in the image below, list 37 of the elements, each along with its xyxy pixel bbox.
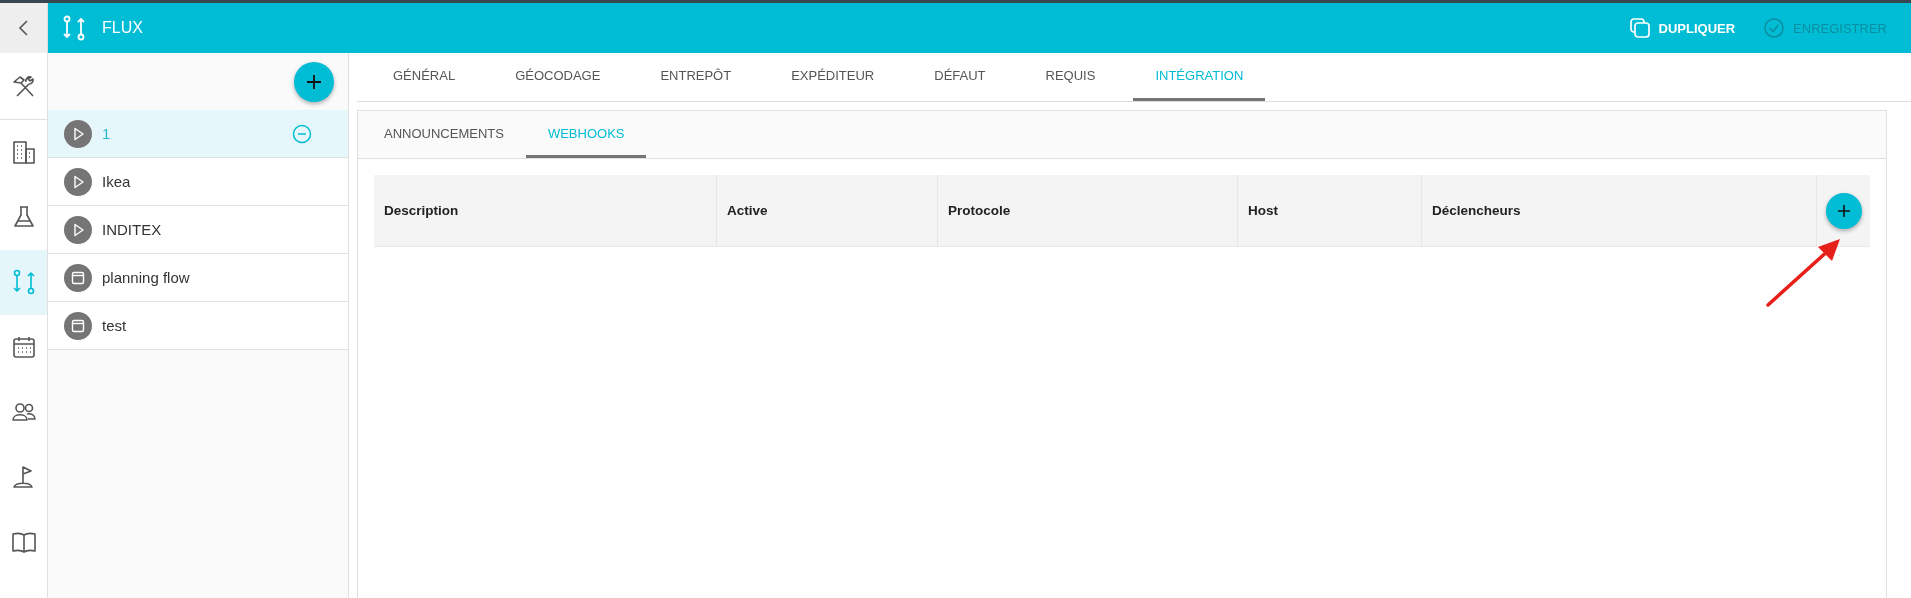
- flow-list-item[interactable]: INDITEX: [48, 206, 348, 254]
- check-circle-icon: [1763, 17, 1786, 39]
- tab[interactable]: ANNOUNCEMENTS: [362, 111, 526, 158]
- flow-name: Ikea: [102, 173, 132, 190]
- column-header: Déclencheurs: [1422, 175, 1817, 246]
- calendar-icon: [64, 263, 92, 292]
- flow-list-item[interactable]: planning flow: [48, 254, 348, 302]
- flow-list-item[interactable]: test: [48, 302, 348, 350]
- play-icon: [64, 167, 92, 196]
- plus-icon: [305, 72, 323, 91]
- calendar-icon: [10, 334, 37, 360]
- building-icon: [10, 139, 37, 165]
- tab[interactable]: GÉOCODAGE: [493, 53, 623, 101]
- flow-name: INDITEX: [102, 221, 163, 238]
- tab[interactable]: ENTREPÔT: [638, 53, 754, 101]
- page-title: FLUX: [102, 19, 143, 37]
- flow-name: planning flow: [102, 269, 191, 286]
- add-button[interactable]: [294, 61, 334, 102]
- flow-icon: [10, 269, 37, 295]
- copy-icon: [1628, 17, 1651, 39]
- flow-name: test: [102, 317, 128, 334]
- flow-name: 1: [102, 125, 112, 142]
- tab[interactable]: EXPÉDITEUR: [769, 53, 897, 101]
- flow-icon: [62, 15, 86, 41]
- column-header: Active: [717, 175, 938, 246]
- play-icon: [64, 215, 92, 244]
- flow-list-item[interactable]: Ikea: [48, 158, 348, 206]
- column-header: Protocole: [938, 175, 1238, 246]
- column-header: Host: [1238, 175, 1422, 246]
- add-webhook-button[interactable]: [1825, 192, 1862, 229]
- tab[interactable]: DÉFAUT: [912, 53, 1008, 101]
- column-header: Description: [374, 175, 717, 246]
- calendar-icon: [64, 311, 92, 340]
- tab[interactable]: REQUIS: [1023, 53, 1118, 101]
- plus-icon: [1835, 202, 1852, 219]
- play-icon: [64, 119, 92, 148]
- tab[interactable]: GÉNÉRAL: [371, 53, 478, 101]
